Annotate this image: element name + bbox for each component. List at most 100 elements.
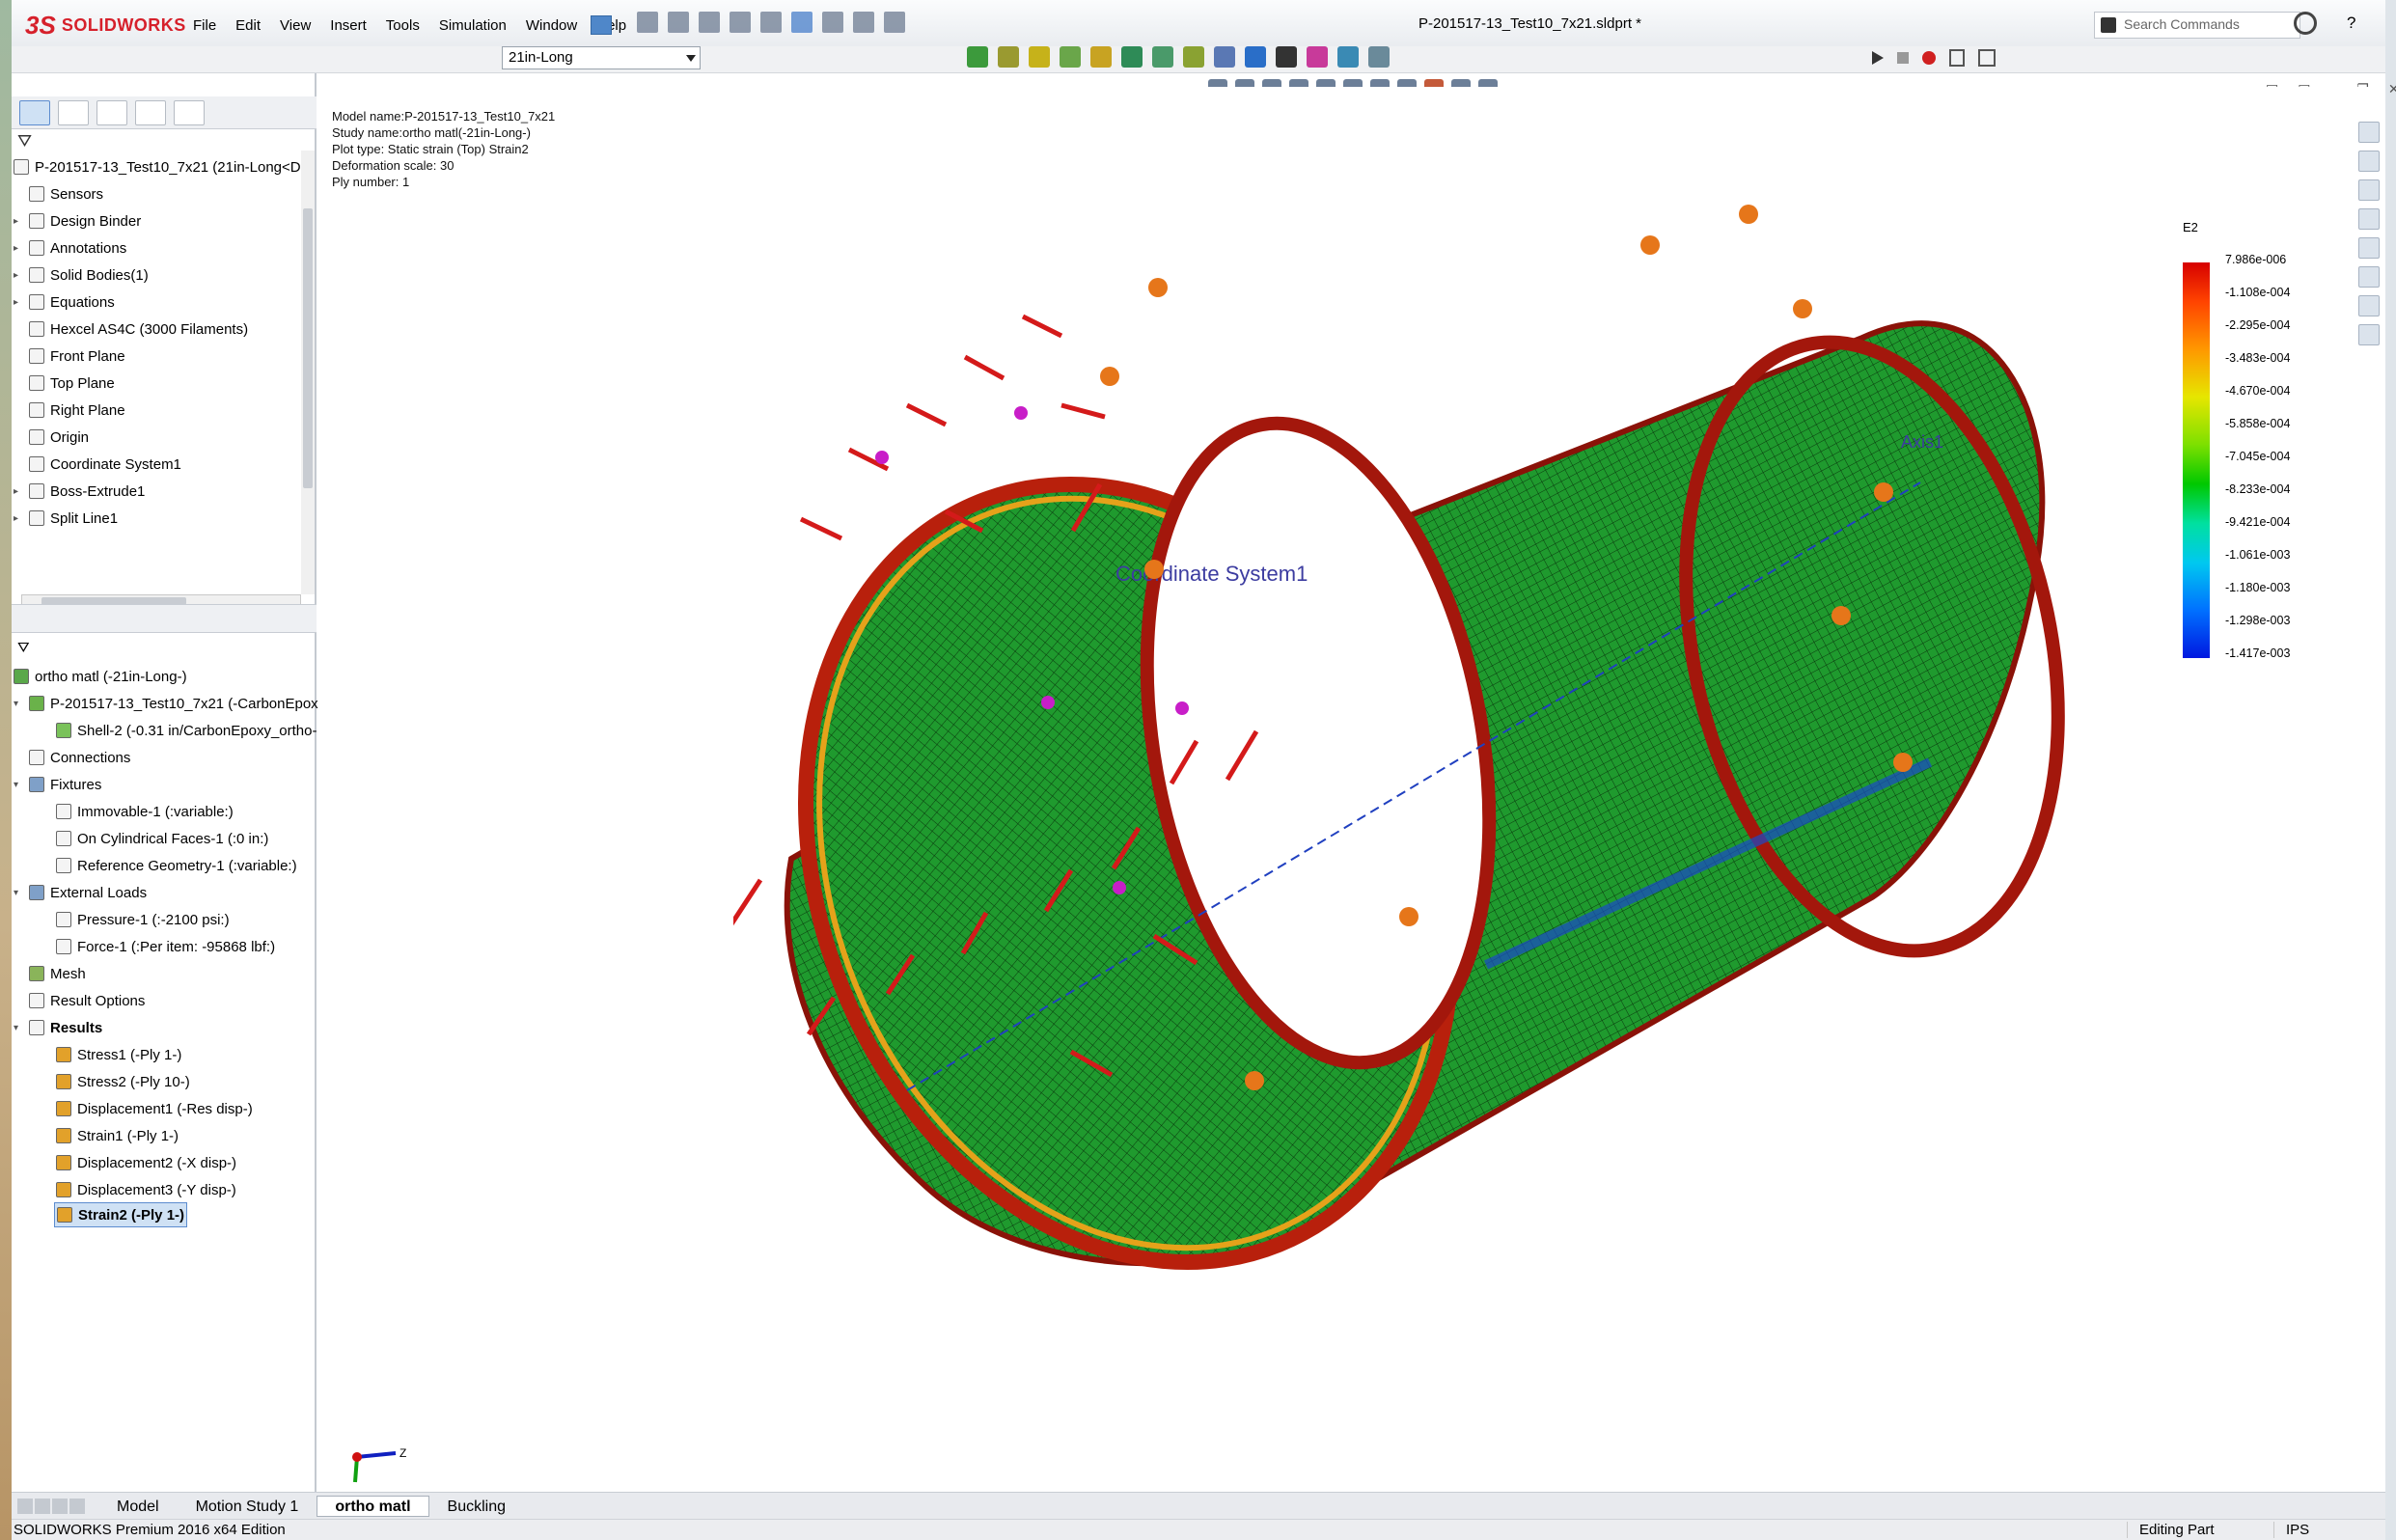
tab-display-manager[interactable]	[174, 100, 205, 125]
external-loads-node[interactable]: ▾ External Loads	[14, 880, 147, 905]
custom-properties-icon[interactable]	[2358, 266, 2380, 288]
tab-dimxpert-manager[interactable]	[135, 100, 166, 125]
tab-model[interactable]: Model	[98, 1496, 178, 1517]
appearances-icon[interactable]	[2358, 237, 2380, 259]
play-icon[interactable]	[1872, 51, 1884, 65]
rebuild-icon[interactable]	[822, 12, 843, 33]
tree-item-material[interactable]: Hexcel AS4C (3000 Filaments)	[14, 316, 248, 342]
tree-item-top-plane[interactable]: Top Plane	[14, 371, 115, 396]
collapse-icon[interactable]: ▾	[14, 888, 23, 898]
view-palette-icon[interactable]	[2358, 208, 2380, 230]
menu-edit[interactable]: Edit	[226, 17, 270, 34]
compare-icon[interactable]	[1214, 46, 1235, 68]
result-item[interactable]: Strain1 (-Ply 1-)	[56, 1123, 179, 1148]
save-frame-icon[interactable]	[1949, 49, 1965, 67]
open-icon[interactable]	[668, 12, 689, 33]
fixture-icon[interactable]	[998, 46, 1019, 68]
fixture-item[interactable]: Immovable-1 (:variable:)	[56, 799, 234, 824]
file-explorer-icon[interactable]	[2358, 179, 2380, 201]
expand-icon[interactable]: ▸	[14, 243, 23, 254]
tree-item-annotations[interactable]: ▸ Annotations	[14, 235, 126, 261]
run-icon[interactable]	[1121, 46, 1143, 68]
search-icon[interactable]	[2294, 12, 2317, 35]
connections-node[interactable]: Connections	[29, 745, 130, 770]
tab-ortho-matl[interactable]: ortho matl	[317, 1495, 429, 1517]
select-icon[interactable]	[791, 12, 812, 33]
save-icon[interactable]	[699, 12, 720, 33]
pin-menu-icon[interactable]	[591, 15, 612, 35]
help-icon[interactable]: ?	[2347, 14, 2355, 33]
probe-icon[interactable]	[1276, 46, 1297, 68]
tab-buckling[interactable]: Buckling	[429, 1496, 524, 1517]
shell-node[interactable]: Shell-2 (-0.31 in/CarbonEpoxy_ortho-	[56, 718, 317, 743]
part-node[interactable]: ▾ P-201517-13_Test10_7x21 (-CarbonEpox	[14, 691, 318, 716]
result-item[interactable]: Displacement1 (-Res disp-)	[56, 1096, 253, 1121]
record-icon[interactable]	[1922, 51, 1936, 65]
tab-configuration-manager[interactable]	[96, 100, 127, 125]
solidworks-resources-icon[interactable]	[2358, 324, 2380, 345]
load-icon[interactable]	[1060, 46, 1081, 68]
design-insight-icon[interactable]	[1307, 46, 1328, 68]
tab-property-manager[interactable]	[58, 100, 89, 125]
result-item-selected[interactable]: Strain2 (-Ply 1-)	[54, 1202, 188, 1227]
cylinder-model[interactable]: Axis1 Coordinate System1	[733, 164, 2383, 1476]
result-item[interactable]: Stress1 (-Ply 1-)	[56, 1042, 181, 1067]
home-icon[interactable]	[2358, 122, 2380, 143]
new-document-icon[interactable]	[637, 12, 658, 33]
chart-icon[interactable]	[1337, 46, 1359, 68]
close-icon[interactable]: ✕	[2388, 81, 2396, 97]
load-item[interactable]: Pressure-1 (:-2100 psi:)	[56, 907, 230, 932]
options-gear-icon[interactable]	[884, 12, 905, 33]
result-options-node[interactable]: Result Options	[29, 988, 145, 1013]
tree-item-design-binder[interactable]: ▸ Design Binder	[14, 208, 141, 234]
report-icon[interactable]	[1245, 46, 1266, 68]
tab-motion-study[interactable]: Motion Study 1	[178, 1496, 317, 1517]
first-tab-icon[interactable]	[17, 1498, 33, 1514]
menu-tools[interactable]: Tools	[376, 17, 429, 34]
result-item[interactable]: Displacement2 (-X disp-)	[56, 1150, 236, 1175]
result-item[interactable]: Displacement3 (-Y disp-)	[56, 1177, 236, 1202]
tree-item-equations[interactable]: ▸ Equations	[14, 289, 115, 315]
filter-icon[interactable]: ⛛	[17, 131, 37, 151]
next-tab-icon[interactable]	[52, 1498, 68, 1514]
plot-tools-icon[interactable]	[1183, 46, 1204, 68]
tree-item-sensors[interactable]: Sensors	[14, 181, 103, 206]
menu-simulation[interactable]: Simulation	[429, 17, 516, 34]
tree-item-front-plane[interactable]: Front Plane	[14, 344, 125, 369]
mesh-node[interactable]: Mesh	[29, 961, 86, 986]
settings-icon[interactable]	[1978, 49, 1996, 67]
animate-icon[interactable]	[1368, 46, 1390, 68]
forum-icon[interactable]	[2358, 295, 2380, 316]
fixtures-node[interactable]: ▾ Fixtures	[14, 772, 101, 797]
print-icon[interactable]	[730, 12, 751, 33]
last-tab-icon[interactable]	[69, 1498, 85, 1514]
expand-icon[interactable]: ▸	[14, 486, 23, 497]
status-units[interactable]: IPS	[2273, 1522, 2321, 1538]
collapse-icon[interactable]: ▾	[14, 1023, 23, 1033]
tab-feature-manager[interactable]	[19, 100, 50, 125]
design-library-icon[interactable]	[2358, 151, 2380, 172]
stop-icon[interactable]	[1897, 52, 1909, 64]
expand-icon[interactable]: ▸	[14, 513, 23, 524]
menu-insert[interactable]: Insert	[320, 17, 376, 34]
search-commands-input[interactable]: Search Commands	[2094, 12, 2300, 39]
tree-item-origin[interactable]: Origin	[14, 425, 89, 450]
file-properties-icon[interactable]	[853, 12, 874, 33]
tree-item-split-line[interactable]: ▸ Split Line1	[14, 506, 118, 531]
fixture-item[interactable]: Reference Geometry-1 (:variable:)	[56, 853, 297, 878]
prev-tab-icon[interactable]	[35, 1498, 50, 1514]
collapse-icon[interactable]: ▾	[14, 699, 23, 709]
results-node[interactable]: ▾ Results	[14, 1015, 102, 1040]
menu-file[interactable]: File	[183, 17, 226, 34]
menu-window[interactable]: Window	[516, 17, 587, 34]
tree-item-right-plane[interactable]: Right Plane	[14, 398, 125, 423]
result-item[interactable]: Stress2 (-Ply 10-)	[56, 1069, 190, 1094]
tree-item-boss-extrude[interactable]: ▸ Boss-Extrude1	[14, 479, 145, 504]
graphics-area[interactable]: Model name:P-201517-13_Test10_7x21 Study…	[318, 87, 2383, 1491]
tree-vertical-scrollbar[interactable]	[301, 151, 315, 594]
study-node[interactable]: ortho matl (-21in-Long-)	[14, 664, 187, 689]
tree-item-solid-bodies[interactable]: ▸ Solid Bodies(1)	[14, 262, 149, 288]
filter-icon[interactable]: ⛛	[17, 635, 30, 660]
menu-view[interactable]: View	[270, 17, 320, 34]
expand-icon[interactable]: ▸	[14, 297, 23, 308]
